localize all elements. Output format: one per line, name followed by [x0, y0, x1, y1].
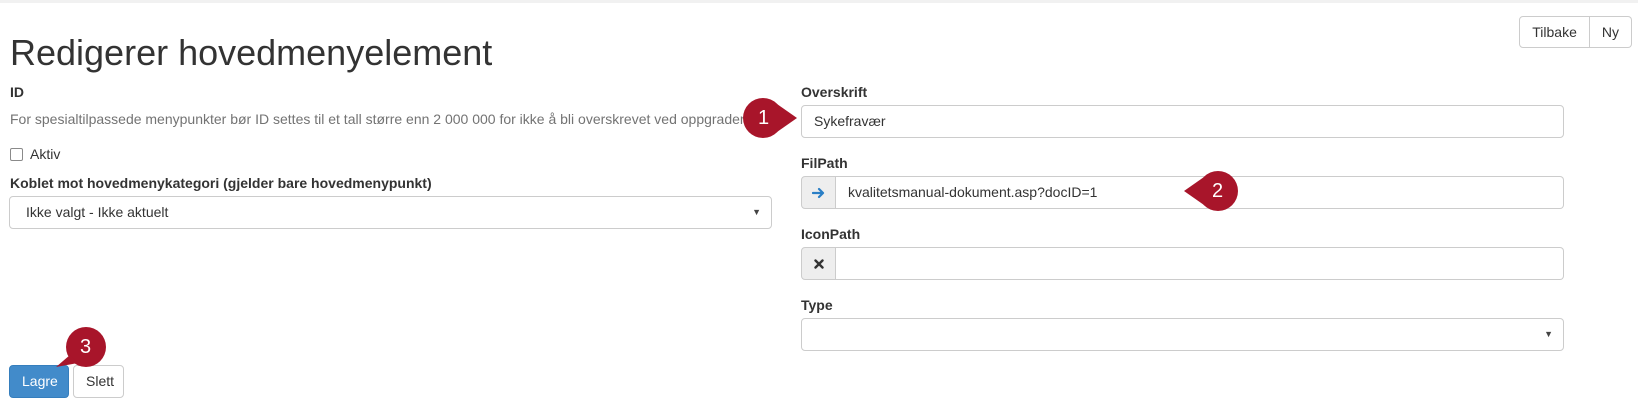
active-checkbox[interactable]: [10, 147, 23, 161]
annotation-marker-2: 2: [1180, 170, 1238, 211]
filepath-label: FilPath: [801, 155, 848, 171]
id-label: ID: [10, 84, 24, 100]
save-button[interactable]: Lagre: [9, 365, 69, 398]
filepath-addon[interactable]: [801, 176, 836, 209]
iconpath-label: IconPath: [801, 226, 861, 242]
iconpath-addon[interactable]: [801, 247, 836, 280]
new-button[interactable]: Ny: [1589, 16, 1632, 48]
caret-down-icon: ▼: [752, 207, 761, 217]
delete-button[interactable]: Slett: [73, 365, 124, 398]
type-label: Type: [801, 297, 833, 313]
heading-input-value: Sykefravær: [814, 113, 886, 129]
iconpath-input[interactable]: [836, 247, 1564, 280]
marker-1-number: 1: [758, 107, 770, 129]
caret-down-icon: ▼: [1544, 329, 1553, 339]
marker-3-number: 3: [80, 336, 92, 358]
annotation-marker-3: 3: [52, 325, 106, 367]
id-help-text: For spesialtilpassede menypunkter bør ID…: [10, 111, 768, 127]
arrow-right-icon: [811, 187, 824, 198]
top-border: [0, 0, 1638, 3]
active-label: Aktiv: [30, 146, 61, 162]
header-button-group: Tilbake Ny: [1519, 16, 1632, 48]
category-select[interactable]: Ikke valgt - Ikke aktuelt ▼: [9, 196, 772, 229]
close-icon: [813, 258, 824, 269]
active-checkbox-row[interactable]: Aktiv: [10, 146, 60, 162]
marker-2-number: 2: [1212, 180, 1224, 202]
annotation-marker-1: 1: [739, 97, 797, 138]
iconpath-input-group: [801, 247, 1564, 280]
type-select[interactable]: ▼: [801, 318, 1564, 351]
filepath-input-value: kvalitetsmanual-dokument.asp?docID=1: [848, 184, 1098, 200]
category-select-value: Ikke valgt - Ikke aktuelt: [26, 204, 169, 220]
heading-label: Overskrift: [801, 84, 868, 100]
heading-input[interactable]: Sykefravær: [801, 105, 1564, 138]
back-button[interactable]: Tilbake: [1519, 16, 1590, 48]
category-label: Koblet mot hovedmenykategori (gjelder ba…: [10, 175, 432, 191]
page-title: Redigerer hovedmenyelement: [10, 32, 493, 73]
